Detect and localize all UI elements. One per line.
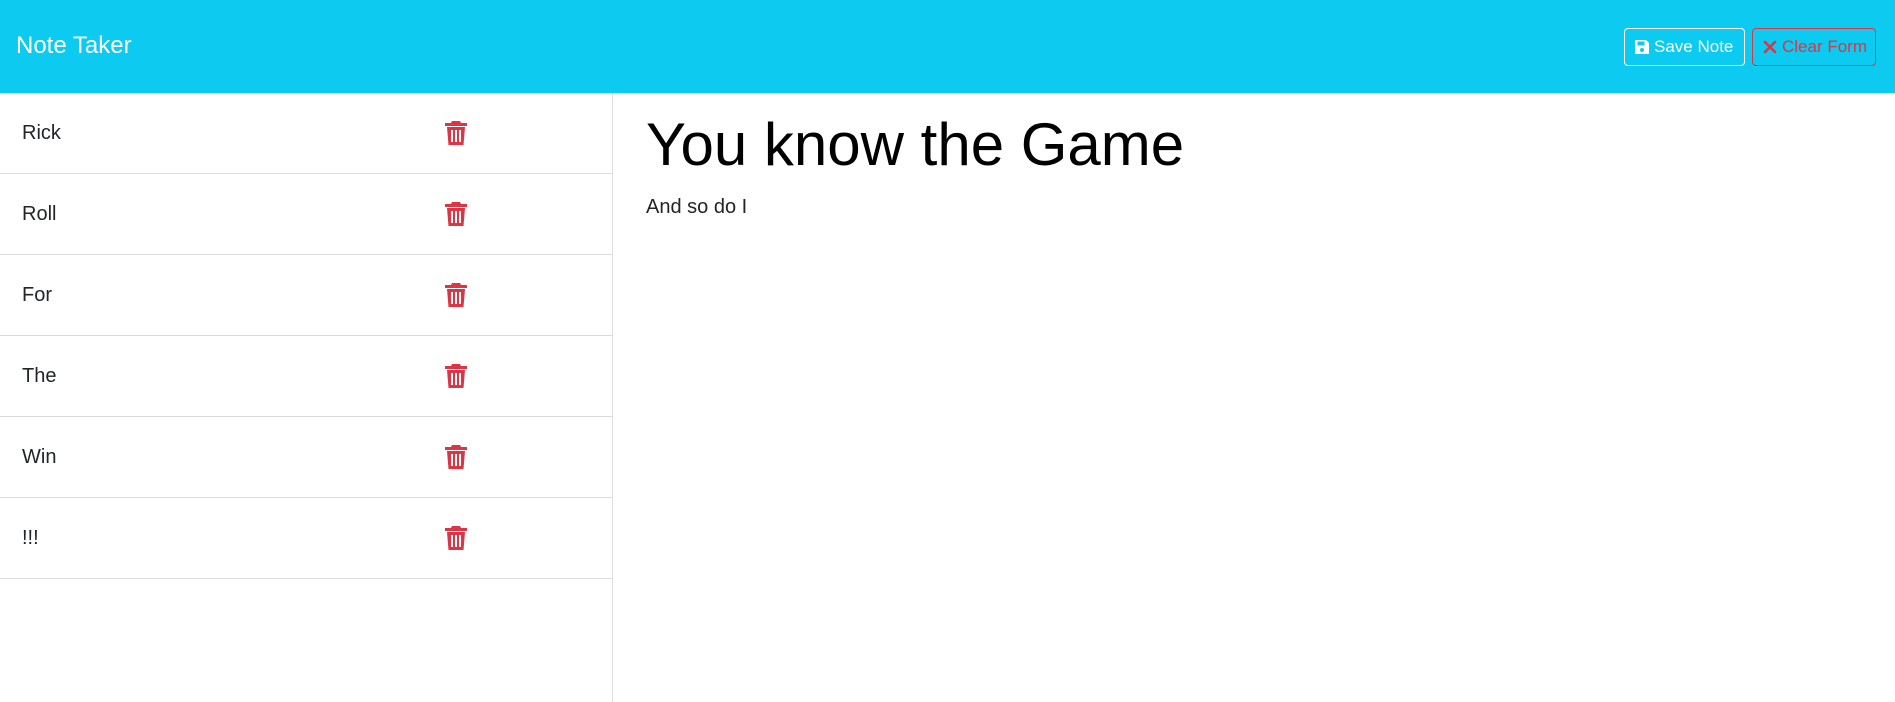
list-item[interactable]: Win: [0, 417, 612, 498]
list-item[interactable]: Rick: [0, 93, 612, 174]
save-note-button[interactable]: Save Note: [1624, 28, 1745, 66]
list-item[interactable]: !!!: [0, 498, 612, 579]
note-title: Rick: [22, 122, 61, 144]
note-editor: You know the Game And so do I: [613, 93, 1895, 702]
note-title: For: [22, 284, 52, 306]
save-note-label: Save Note: [1654, 37, 1734, 56]
note-sidebar: Rick Roll For The Win !!!: [0, 93, 613, 702]
note-text-area[interactable]: And so do I: [646, 194, 747, 220]
note-list: Rick Roll For The Win !!!: [0, 93, 612, 579]
navbar: Note Taker Save Note Clear Form: [0, 0, 1895, 93]
trash-icon[interactable]: [444, 120, 468, 146]
note-title-input[interactable]: You know the Game: [646, 109, 1184, 181]
clear-form-label: Clear Form: [1782, 37, 1868, 56]
trash-icon[interactable]: [444, 201, 468, 227]
trash-icon[interactable]: [444, 363, 468, 389]
note-title: Roll: [22, 203, 57, 225]
clear-form-button[interactable]: Clear Form: [1752, 28, 1876, 66]
list-item[interactable]: For: [0, 255, 612, 336]
list-item[interactable]: Roll: [0, 174, 612, 255]
note-title: Win: [22, 446, 57, 468]
floppy-disk-icon: [1634, 39, 1650, 55]
note-title: !!!: [22, 527, 39, 549]
trash-icon[interactable]: [444, 282, 468, 308]
trash-icon[interactable]: [444, 525, 468, 551]
list-item[interactable]: The: [0, 336, 612, 417]
trash-icon[interactable]: [444, 444, 468, 470]
x-icon: [1762, 39, 1778, 55]
brand-title[interactable]: Note Taker: [16, 30, 132, 62]
note-title: The: [22, 365, 57, 387]
